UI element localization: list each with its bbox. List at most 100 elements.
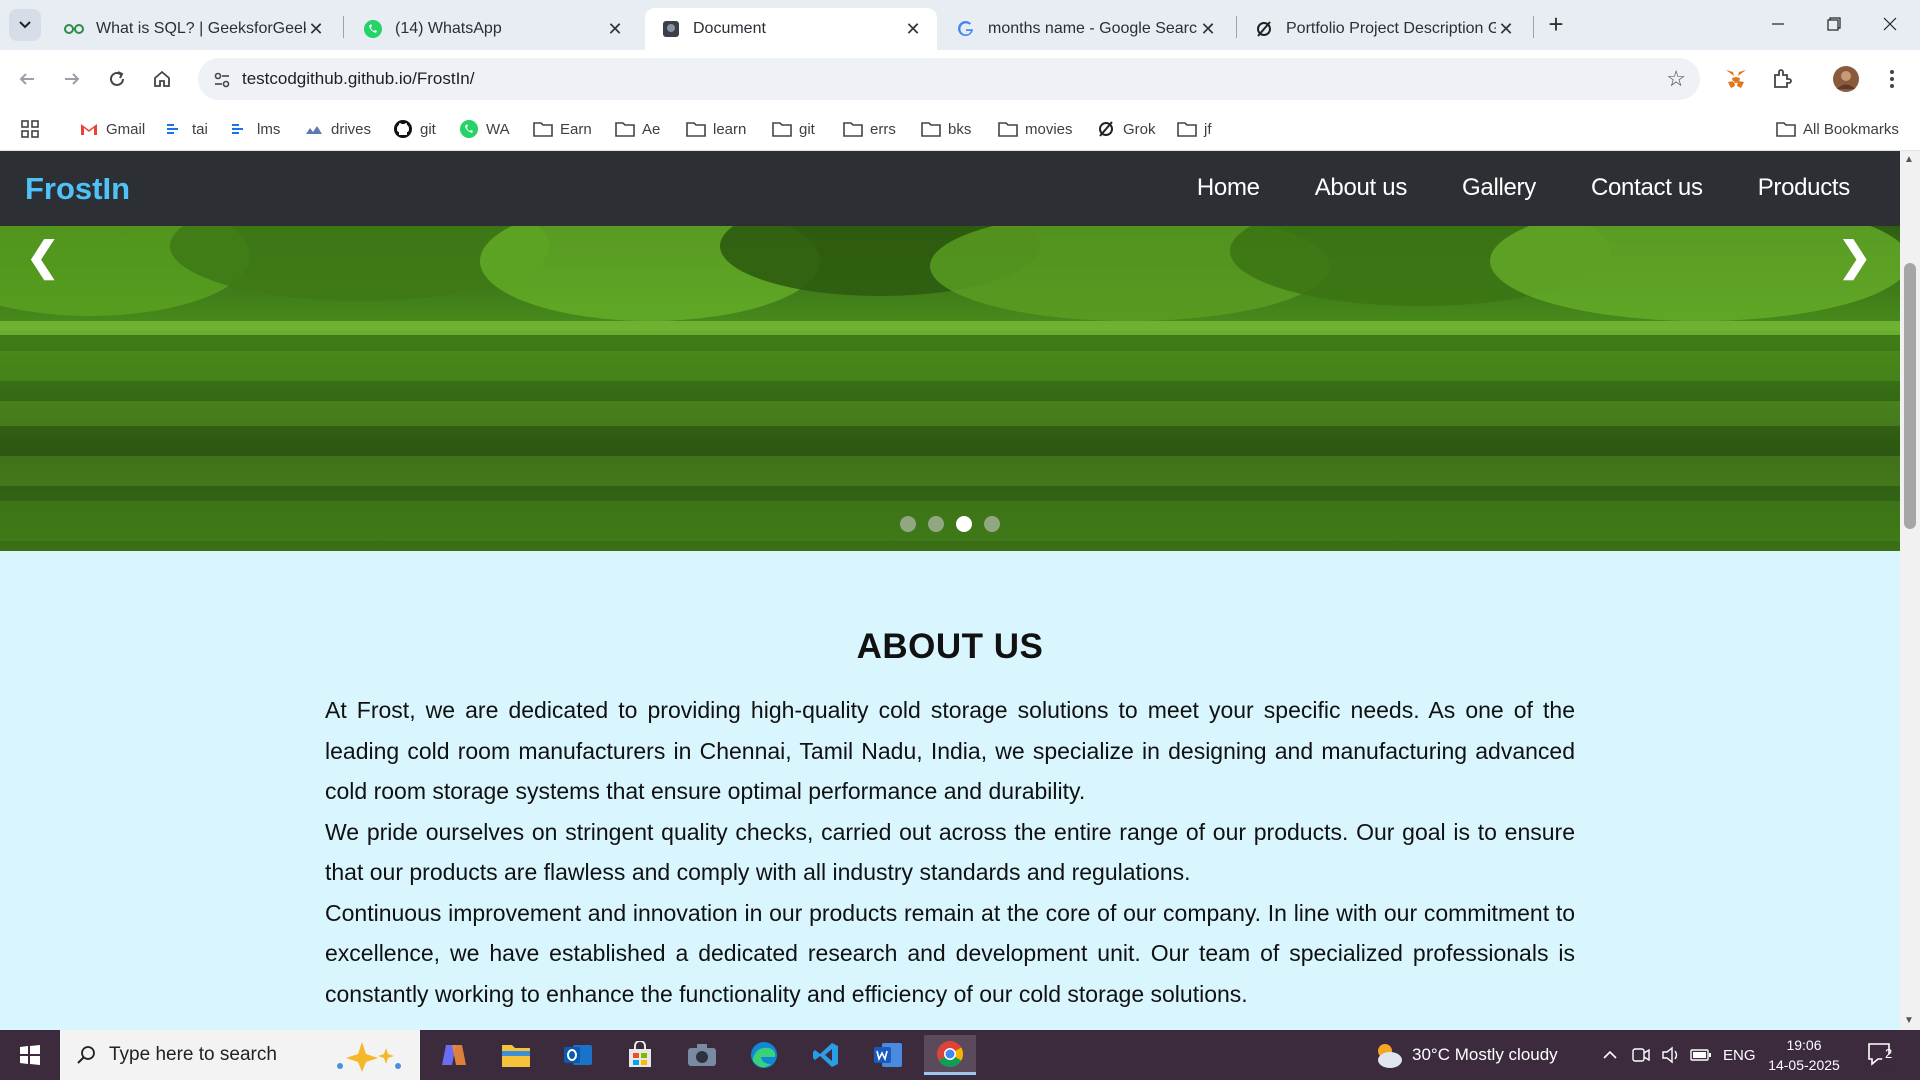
page-scrollbar[interactable]: ▲ ▼ xyxy=(1900,151,1920,1030)
forward-button[interactable] xyxy=(55,62,89,96)
nav-home[interactable]: Home xyxy=(1197,174,1260,202)
bookmark-folder-earn[interactable]: Earn xyxy=(533,117,592,141)
taskbar-search-box[interactable]: Type here to search xyxy=(60,1030,420,1080)
search-placeholder: Type here to search xyxy=(109,1044,277,1065)
taskbar-chrome[interactable] xyxy=(924,1035,976,1075)
site-info-icon[interactable] xyxy=(210,68,234,92)
bookmark-label: learn xyxy=(713,120,747,138)
slider-dot[interactable] xyxy=(984,516,1000,532)
bookmark-folder-learn[interactable]: learn xyxy=(686,117,746,141)
bookmark-wa[interactable]: WA xyxy=(459,117,510,141)
taskbar-store[interactable] xyxy=(614,1035,666,1075)
new-tab-button[interactable]: + xyxy=(1542,9,1570,39)
bookmark-folder-bks[interactable]: bks xyxy=(921,117,971,141)
weather-cloudy-icon xyxy=(1378,1044,1402,1068)
clock-time: 19:06 xyxy=(1786,1037,1822,1053)
nav-gallery[interactable]: Gallery xyxy=(1462,174,1536,202)
weather-text: 30°C Mostly cloudy xyxy=(1412,1045,1558,1064)
bookmark-folder-movies[interactable]: movies xyxy=(998,117,1073,141)
folder-icon xyxy=(615,119,635,139)
reload-button[interactable] xyxy=(100,62,134,96)
taskbar-camera[interactable] xyxy=(676,1035,728,1075)
folder-icon xyxy=(1177,119,1197,139)
minimize-button[interactable] xyxy=(1750,0,1806,48)
tab-whatsapp[interactable]: (14) WhatsApp ✕ xyxy=(347,8,639,50)
taskbar-outlook[interactable] xyxy=(552,1035,604,1075)
close-icon[interactable]: ✕ xyxy=(1198,19,1218,39)
bookmark-folder-errs[interactable]: errs xyxy=(843,117,896,141)
tab-google-search[interactable]: months name - Google Search ✕ xyxy=(940,8,1232,50)
home-button[interactable] xyxy=(145,62,179,96)
close-icon[interactable]: ✕ xyxy=(306,19,326,39)
avatar[interactable] xyxy=(1831,64,1861,94)
tab-search-button[interactable] xyxy=(9,9,41,41)
weather-widget[interactable]: 30°C Mostly cloudy xyxy=(1372,1030,1558,1080)
bookmark-folder-git[interactable]: git xyxy=(772,117,815,141)
url-text[interactable]: testcodgithub.github.io/FrostIn/ xyxy=(242,69,474,89)
tray-chevron-up-icon[interactable] xyxy=(1602,1030,1618,1080)
tab-geeksforgeeks[interactable]: What is SQL? | GeeksforGeeks ✕ xyxy=(48,8,340,50)
bookmark-folder-jf[interactable]: jf xyxy=(1177,117,1212,141)
slider-next-button[interactable]: ❯ xyxy=(1838,234,1872,280)
metamask-extension-icon[interactable] xyxy=(1721,64,1751,94)
bookmark-label: WA xyxy=(486,120,510,138)
drive-icon xyxy=(304,119,324,139)
nav-about-us[interactable]: About us xyxy=(1315,174,1408,202)
address-bar[interactable]: testcodgithub.github.io/FrostIn/ ☆ xyxy=(198,58,1700,100)
bookmark-drives[interactable]: drives xyxy=(304,117,371,141)
taskbar-vscode[interactable] xyxy=(800,1035,852,1075)
word-icon xyxy=(874,1043,902,1067)
restore-button[interactable] xyxy=(1806,0,1862,48)
bookmark-tai[interactable]: tai xyxy=(165,117,208,141)
slider-dot-active[interactable] xyxy=(956,516,972,532)
taskbar-file-explorer[interactable] xyxy=(490,1035,542,1075)
site-logo[interactable]: FrostIn xyxy=(25,171,130,207)
bookmark-gmail[interactable]: Gmail xyxy=(79,117,145,141)
tab-portfolio[interactable]: Portfolio Project Description Gu ✕ xyxy=(1238,8,1530,50)
slider-dots xyxy=(900,516,1012,532)
notifications-button[interactable]: 2 xyxy=(1866,1030,1896,1080)
apps-grid-icon[interactable] xyxy=(20,117,40,141)
nav-contact-us[interactable]: Contact us xyxy=(1591,174,1703,202)
all-bookmarks[interactable]: All Bookmarks xyxy=(1776,117,1899,141)
menu-icon[interactable] xyxy=(1877,64,1907,94)
about-heading: ABOUT US xyxy=(856,627,1044,666)
scroll-up-arrow-icon[interactable]: ▲ xyxy=(1904,154,1914,165)
close-icon[interactable]: ✕ xyxy=(903,19,923,39)
nav-products[interactable]: Products xyxy=(1758,174,1851,202)
clock[interactable]: 19:06 14-05-2025 xyxy=(1764,1035,1844,1075)
bookmark-label: git xyxy=(420,120,436,138)
close-icon[interactable]: ✕ xyxy=(1496,19,1516,39)
extensions-icon[interactable] xyxy=(1767,64,1797,94)
github-icon xyxy=(393,119,413,139)
language-indicator[interactable]: ENG xyxy=(1723,1030,1756,1080)
bookmark-star-icon[interactable]: ☆ xyxy=(1666,66,1686,92)
scroll-down-arrow-icon[interactable]: ▼ xyxy=(1904,1015,1914,1026)
slider-dot[interactable] xyxy=(900,516,916,532)
slider-dot[interactable] xyxy=(928,516,944,532)
close-icon[interactable]: ✕ xyxy=(605,19,625,39)
back-button[interactable] xyxy=(10,62,44,96)
meet-now-icon[interactable] xyxy=(1632,1030,1650,1080)
window-close-button[interactable] xyxy=(1862,0,1918,48)
tab-document[interactable]: Document ✕ xyxy=(645,8,937,50)
scrollbar-thumb[interactable] xyxy=(1904,263,1916,529)
start-button[interactable] xyxy=(0,1030,60,1080)
grok-icon xyxy=(1096,119,1116,139)
bookmark-folder-ae[interactable]: Ae xyxy=(615,117,660,141)
about-text: At Frost, we are dedicated to providing … xyxy=(325,690,1575,1014)
taskbar-edge[interactable] xyxy=(738,1035,790,1075)
bookmark-grok[interactable]: Grok xyxy=(1096,117,1156,141)
volume-icon[interactable] xyxy=(1661,1030,1681,1080)
bookmark-lms[interactable]: lms xyxy=(230,117,280,141)
battery-icon[interactable] xyxy=(1690,1030,1712,1080)
bookmark-git[interactable]: git xyxy=(393,117,436,141)
taskbar-copilot[interactable] xyxy=(428,1035,480,1075)
about-paragraph: We pride ourselves on stringent quality … xyxy=(325,818,1575,886)
bookmark-label: drives xyxy=(331,120,372,138)
taskbar-word[interactable] xyxy=(862,1035,914,1075)
all-bookmarks-label: All Bookmarks xyxy=(1803,120,1899,138)
browser-toolbar: testcodgithub.github.io/FrostIn/ ☆ xyxy=(0,50,1920,108)
slider-prev-button[interactable]: ❮ xyxy=(26,234,60,280)
bookmark-label: Gmail xyxy=(106,120,146,138)
